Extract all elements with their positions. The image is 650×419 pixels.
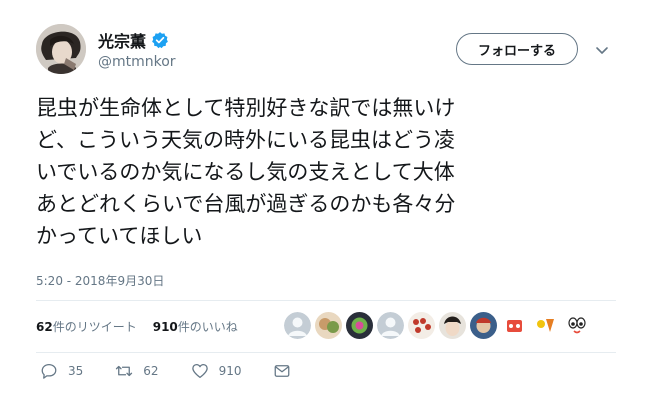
tweet-actions: 35 62 910 [40, 362, 291, 380]
liker-avatar-8-icon[interactable] [501, 312, 528, 339]
tweet-line: ど、こういう天気の時外にいる昆虫はどう凌 [36, 128, 455, 152]
retweet-stat-count: 62 [36, 320, 53, 334]
like-stat-label: 件のいいね [177, 320, 238, 334]
retweet-stat-label: 件のリツイート [52, 320, 137, 334]
tweet-timestamp[interactable]: 5:20 - 2018年9月30日 [36, 272, 164, 289]
divider [36, 300, 616, 301]
like-count: 910 [218, 364, 242, 378]
follow-button[interactable]: フォローする [456, 33, 578, 65]
liker-avatar-3-icon[interactable] [346, 312, 373, 339]
tweet-header: 光宗薫 @mtmnkor フォローする [36, 24, 616, 84]
liker-avatar-9-icon[interactable] [532, 312, 559, 339]
retweet-count: 62 [143, 364, 159, 378]
retweet-icon [115, 362, 133, 380]
liker-avatar-5-icon[interactable] [408, 312, 435, 339]
tweet-line: いでいるのか気になるし気の支えとして大体 [36, 160, 455, 184]
like-stat[interactable]: 910件のいいね [153, 318, 238, 335]
tweet-stats: 62件のリツイート 910件のいいね [36, 318, 238, 335]
liker-avatar-4-icon[interactable] [377, 312, 404, 339]
liker-avatar-1-icon[interactable] [284, 312, 311, 339]
tweet-line: あとどれくらいで台風が過ぎるのかも各々分 [36, 192, 456, 216]
tweet-line: 昆虫が生命体として特別好きな訳では無いけ [36, 96, 456, 120]
avatar[interactable] [36, 24, 86, 74]
chevron-down-icon[interactable] [594, 42, 610, 58]
like-button[interactable]: 910 [191, 362, 242, 380]
liker-avatar-6-icon[interactable] [439, 312, 466, 339]
like-stat-count: 910 [152, 320, 178, 334]
verified-badge-icon [151, 31, 169, 49]
display-name[interactable]: 光宗薫 [98, 28, 146, 52]
reply-icon [40, 362, 58, 380]
tweet-text: 昆虫が生命体として特別好きな訳では無いけ ど、こういう天気の時外にいる昆虫はどう… [36, 92, 616, 252]
retweet-stat[interactable]: 62件のリツイート [36, 318, 137, 335]
liker-avatar-2-icon[interactable] [315, 312, 342, 339]
likers-avatar-list [284, 312, 590, 339]
retweet-button[interactable]: 62 [115, 362, 159, 380]
user-avatar-icon [36, 24, 86, 74]
divider [36, 352, 616, 353]
liker-avatar-10-icon[interactable] [563, 312, 590, 339]
liker-avatar-7-icon[interactable] [470, 312, 497, 339]
user-handle[interactable]: @mtmnkor [98, 54, 176, 70]
envelope-icon [273, 362, 291, 380]
reply-count: 35 [68, 364, 84, 378]
reply-button[interactable]: 35 [40, 362, 83, 380]
direct-message-button[interactable] [273, 362, 291, 380]
tweet-line: かっていてほしい [36, 224, 203, 248]
name-row: 光宗薫 [98, 28, 169, 52]
heart-icon [191, 362, 209, 380]
